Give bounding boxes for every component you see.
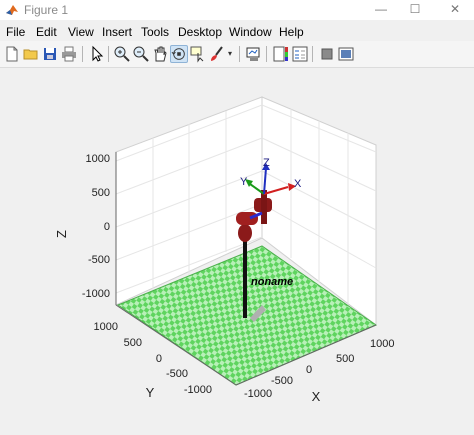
y-tick: -500 bbox=[166, 368, 188, 380]
hide-plot-tools-icon[interactable] bbox=[318, 45, 336, 63]
frame-z-label: Z bbox=[263, 157, 270, 169]
y-tick: 500 bbox=[124, 337, 142, 349]
z-tick: 500 bbox=[92, 187, 110, 199]
minimize-button[interactable]: — bbox=[366, 0, 396, 20]
menu-help[interactable]: Help bbox=[279, 25, 304, 39]
toolbar-separator bbox=[312, 46, 313, 62]
brush-icon[interactable] bbox=[208, 45, 226, 63]
zoom-in-icon[interactable] bbox=[113, 45, 131, 63]
brush-dropdown-icon[interactable]: ▾ bbox=[228, 49, 232, 58]
window-title: Figure 1 bbox=[24, 3, 69, 17]
menu-insert[interactable]: Insert bbox=[102, 25, 132, 39]
data-cursor-icon[interactable] bbox=[189, 45, 207, 63]
axes-3d[interactable]: X Y Z noname 1000 500 0 -500 -1000 Z 100… bbox=[0, 68, 474, 430]
y-axis-label: Y bbox=[146, 385, 155, 400]
x-tick: -1000 bbox=[244, 388, 272, 400]
save-icon[interactable] bbox=[41, 45, 59, 63]
rotate-3d-icon[interactable] bbox=[170, 45, 188, 63]
show-plot-tools-icon[interactable] bbox=[337, 45, 355, 63]
toolbar-separator bbox=[266, 46, 267, 62]
robot-shoulder bbox=[236, 212, 258, 225]
menu-desktop[interactable]: Desktop bbox=[178, 25, 222, 39]
x-axis-label: X bbox=[312, 389, 321, 404]
zoom-out-icon[interactable] bbox=[132, 45, 150, 63]
robot-link-lower bbox=[238, 224, 252, 242]
colorbar-icon[interactable] bbox=[272, 45, 290, 63]
robot-end-effector bbox=[261, 190, 267, 224]
z-tick: 0 bbox=[104, 221, 110, 233]
frame-x-label: X bbox=[294, 178, 302, 190]
robot-name-label: noname bbox=[251, 276, 293, 288]
maximize-button[interactable]: ☐ bbox=[400, 0, 430, 20]
menu-file[interactable]: File bbox=[6, 25, 25, 39]
z-tick: -1000 bbox=[82, 288, 110, 300]
menu-tools[interactable]: Tools bbox=[141, 25, 169, 39]
pointer-icon[interactable] bbox=[88, 45, 106, 63]
x-tick: 1000 bbox=[370, 338, 394, 350]
close-button[interactable]: ✕ bbox=[440, 0, 470, 20]
toolbar-separator bbox=[108, 46, 109, 62]
new-figure-icon[interactable] bbox=[3, 45, 21, 63]
z-tick: -500 bbox=[88, 254, 110, 266]
open-file-icon[interactable] bbox=[22, 45, 40, 63]
x-tick: 500 bbox=[336, 353, 354, 365]
x-tick: -500 bbox=[271, 375, 293, 387]
menu-edit[interactable]: Edit bbox=[36, 25, 57, 39]
y-tick: 1000 bbox=[94, 321, 118, 333]
title-bar: Figure 1 — ☐ ✕ bbox=[0, 0, 474, 20]
figure-canvas[interactable]: X Y Z noname 1000 500 0 -500 -1000 Z 100… bbox=[0, 68, 474, 430]
matlab-logo-icon bbox=[6, 5, 18, 15]
toolbar-separator bbox=[239, 46, 240, 62]
legend-icon[interactable] bbox=[291, 45, 309, 63]
menu-window[interactable]: Window bbox=[229, 25, 272, 39]
pan-icon[interactable] bbox=[151, 45, 169, 63]
menu-view[interactable]: View bbox=[68, 25, 94, 39]
y-tick: -1000 bbox=[184, 384, 212, 396]
frame-y-label: Y bbox=[240, 176, 248, 188]
print-icon[interactable] bbox=[60, 45, 78, 63]
toolbar-separator bbox=[82, 46, 83, 62]
z-axis-label: Z bbox=[54, 230, 69, 238]
figure-toolbar: ▾ bbox=[0, 41, 474, 68]
y-tick: 0 bbox=[156, 353, 162, 365]
z-tick: 1000 bbox=[86, 153, 110, 165]
link-plot-icon[interactable] bbox=[245, 45, 263, 63]
x-tick: 0 bbox=[306, 364, 312, 376]
menu-bar: File Edit View Insert Tools Desktop Wind… bbox=[0, 21, 474, 41]
